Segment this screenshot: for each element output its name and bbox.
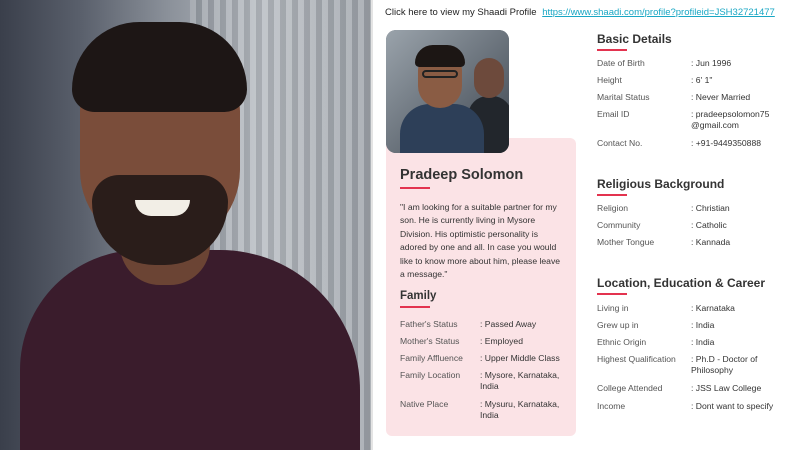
profile-photo-large [0,0,371,450]
basic-row-key: Marital Status [597,92,650,102]
basic-row-value: : +91-9449350888 [691,138,762,148]
name-underline [400,187,430,189]
profile-about: "I am looking for a suitable partner for… [400,202,561,280]
basic-row-key: Email ID [597,109,630,119]
location-row-value: : Dont want to specify [691,401,774,411]
avatar-glasses [422,70,458,78]
location-row-value: : Ph.D - Doctor of Philosophy [691,354,758,375]
family-row-key: Mother's Status [400,336,460,346]
profile-name: Pradeep Solomon [400,167,524,183]
avatar-bg-person-head [474,58,504,98]
location-row-key: Grew up in [597,320,639,330]
religious-heading: Religious Background [597,177,725,191]
religious-row-value: : Kannada [691,237,731,247]
family-row-value: : Mysore, Karnataka, India [480,370,560,391]
religious-row-value: : Catholic [691,220,727,230]
profile-avatar[interactable] [386,30,509,153]
basic-row-key: Contact No. [597,138,643,148]
location-row-value: : India [691,320,715,330]
profile-link-prefix: Click here to view my Shaadi Profile [385,7,537,18]
location-row-value: : JSS Law College [691,383,762,393]
family-row-key: Native Place [400,399,449,409]
basic-row-key: Height [597,75,622,85]
location-row-key: Highest Qualification [597,354,676,364]
family-underline [400,306,430,308]
location-row-key: Income [597,401,626,411]
location-underline [597,293,627,295]
photo-smile [135,200,190,216]
basic-details-heading: Basic Details [597,32,672,46]
religious-row-key: Religion [597,203,629,213]
location-row-key: Ethnic Origin [597,337,647,347]
religious-underline [597,194,627,196]
location-row-value: : Karnataka [691,303,735,313]
profile-card: Pradeep Solomon "I am looking for a suit… [386,138,576,436]
family-row-value: : Passed Away [480,319,537,329]
family-row-key: Father's Status [400,319,458,329]
basic-row-key: Date of Birth [597,58,645,68]
basic-details-underline [597,49,627,51]
religious-row-key: Community [597,220,641,230]
location-row-key: Living in [597,303,629,313]
family-row-value: : Employed [480,336,523,346]
family-row-key: Family Affluence [400,353,463,363]
basic-row-value: : Jun 1996 [691,58,732,68]
profile-panel: Click here to view my Shaadi Profile htt… [371,0,800,450]
family-row-value: : Mysuru, Karnataka, India [480,399,560,420]
basic-row-value: : 6' 1" [691,75,713,85]
basic-row-value: : Never Married [691,92,751,102]
location-row-key: College Attended [597,383,663,393]
location-heading: Location, Education & Career [597,276,766,290]
avatar-person-body [400,104,484,153]
basic-row-value: : pradeepsolomon75@gmail.com [691,109,770,130]
family-heading: Family [400,290,437,302]
family-row-key: Family Location [400,370,461,380]
location-row-value: : India [691,337,715,347]
profile-link[interactable]: https://www.shaadi.com/profile?profileid… [542,7,775,18]
avatar-person-hair [415,45,465,67]
religious-row-value: : Christian [691,203,730,213]
religious-row-key: Mother Tongue [597,237,655,247]
family-row-value: : Upper Middle Class [480,353,560,363]
profile-link-line: Click here to view my Shaadi Profile htt… [385,7,775,18]
photo-hair [72,22,247,112]
